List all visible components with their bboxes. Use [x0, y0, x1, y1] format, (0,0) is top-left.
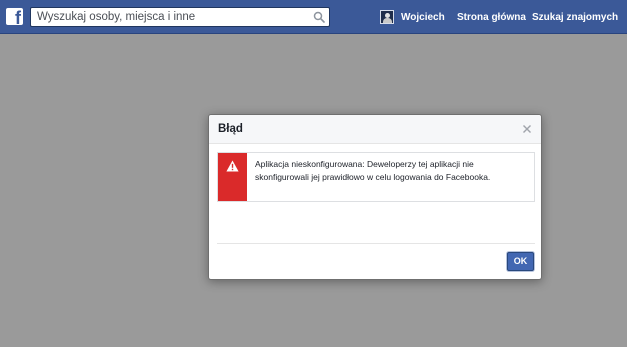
logo-letter: f: [15, 8, 21, 28]
avatar-body-shape: [383, 18, 392, 23]
ok-button[interactable]: OK: [507, 252, 534, 271]
nav-find-friends-link[interactable]: Szukaj znajomych: [532, 12, 618, 24]
error-message-box: Aplikacja nieskonfigurowana: Deweloperzy…: [217, 152, 535, 202]
error-stripe: [218, 153, 247, 201]
user-avatar[interactable]: [380, 10, 394, 24]
search-input[interactable]: [31, 8, 309, 26]
top-navigation-bar: f Wojciech Strona główna Szukaj znajomyc…: [0, 0, 627, 34]
search-box[interactable]: [30, 7, 330, 27]
search-icon[interactable]: [313, 11, 325, 23]
dialog-header: Błąd: [209, 115, 541, 144]
error-dialog: Błąd Aplikacja nieskonfigurowana: Dewelo…: [208, 114, 542, 280]
dialog-title: Błąd: [218, 123, 243, 135]
close-icon[interactable]: [522, 124, 532, 134]
error-message-text: Aplikacja nieskonfigurowana: Deweloperzy…: [255, 159, 491, 182]
facebook-logo-icon[interactable]: f: [6, 8, 23, 28]
dialog-footer-divider: [217, 243, 535, 244]
nav-home-link[interactable]: Strona główna: [457, 12, 526, 24]
warning-icon: [226, 160, 239, 172]
nav-user-profile-link[interactable]: Wojciech: [401, 12, 445, 24]
